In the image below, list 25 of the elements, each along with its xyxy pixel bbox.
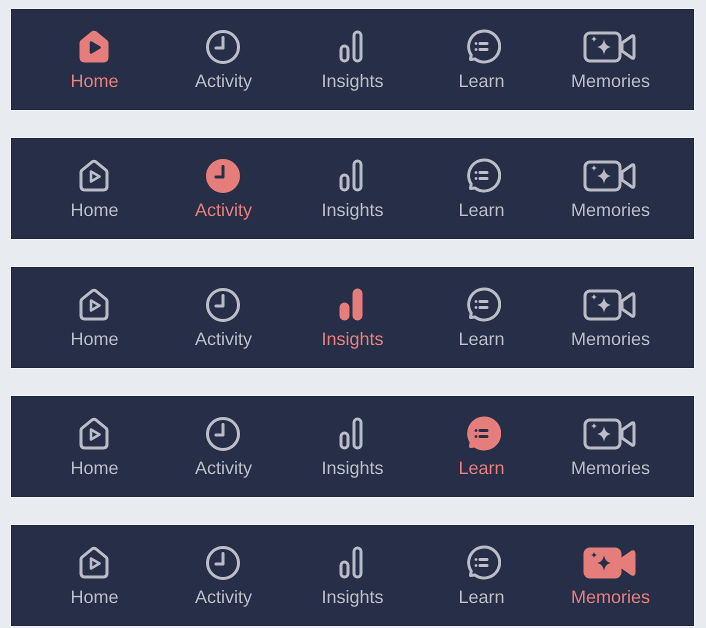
tab[interactable]: Activity — [194, 27, 252, 92]
tab[interactable]: Activity — [194, 156, 252, 221]
tab[interactable]: Learn — [458, 543, 505, 608]
tab[interactable]: Activity — [194, 285, 252, 350]
tab[interactable]: Activity — [194, 414, 252, 479]
tab[interactable]: Home — [70, 156, 118, 221]
tab[interactable]: Insights — [321, 543, 384, 608]
tab[interactable]: Learn — [458, 285, 505, 350]
tab[interactable]: Home — [70, 414, 118, 479]
tab[interactable]: Memories — [570, 414, 650, 479]
tab[interactable]: Insights — [321, 285, 384, 350]
tab[interactable]: Activity — [194, 543, 252, 608]
tab[interactable]: Memories — [570, 543, 650, 608]
tab[interactable]: Learn — [458, 27, 505, 92]
tab[interactable]: Memories — [570, 27, 650, 92]
tab[interactable]: Insights — [321, 414, 384, 479]
tab[interactable]: Memories — [570, 156, 650, 221]
tab[interactable]: Memories — [570, 285, 650, 350]
tab[interactable]: Home — [70, 27, 118, 92]
tab[interactable]: Insights — [321, 27, 384, 92]
tab[interactable]: Home — [70, 543, 118, 608]
tab[interactable]: Insights — [321, 156, 384, 221]
tab[interactable]: Learn — [458, 414, 505, 479]
tab[interactable]: Home — [70, 285, 118, 350]
tab[interactable]: Learn — [458, 156, 505, 221]
